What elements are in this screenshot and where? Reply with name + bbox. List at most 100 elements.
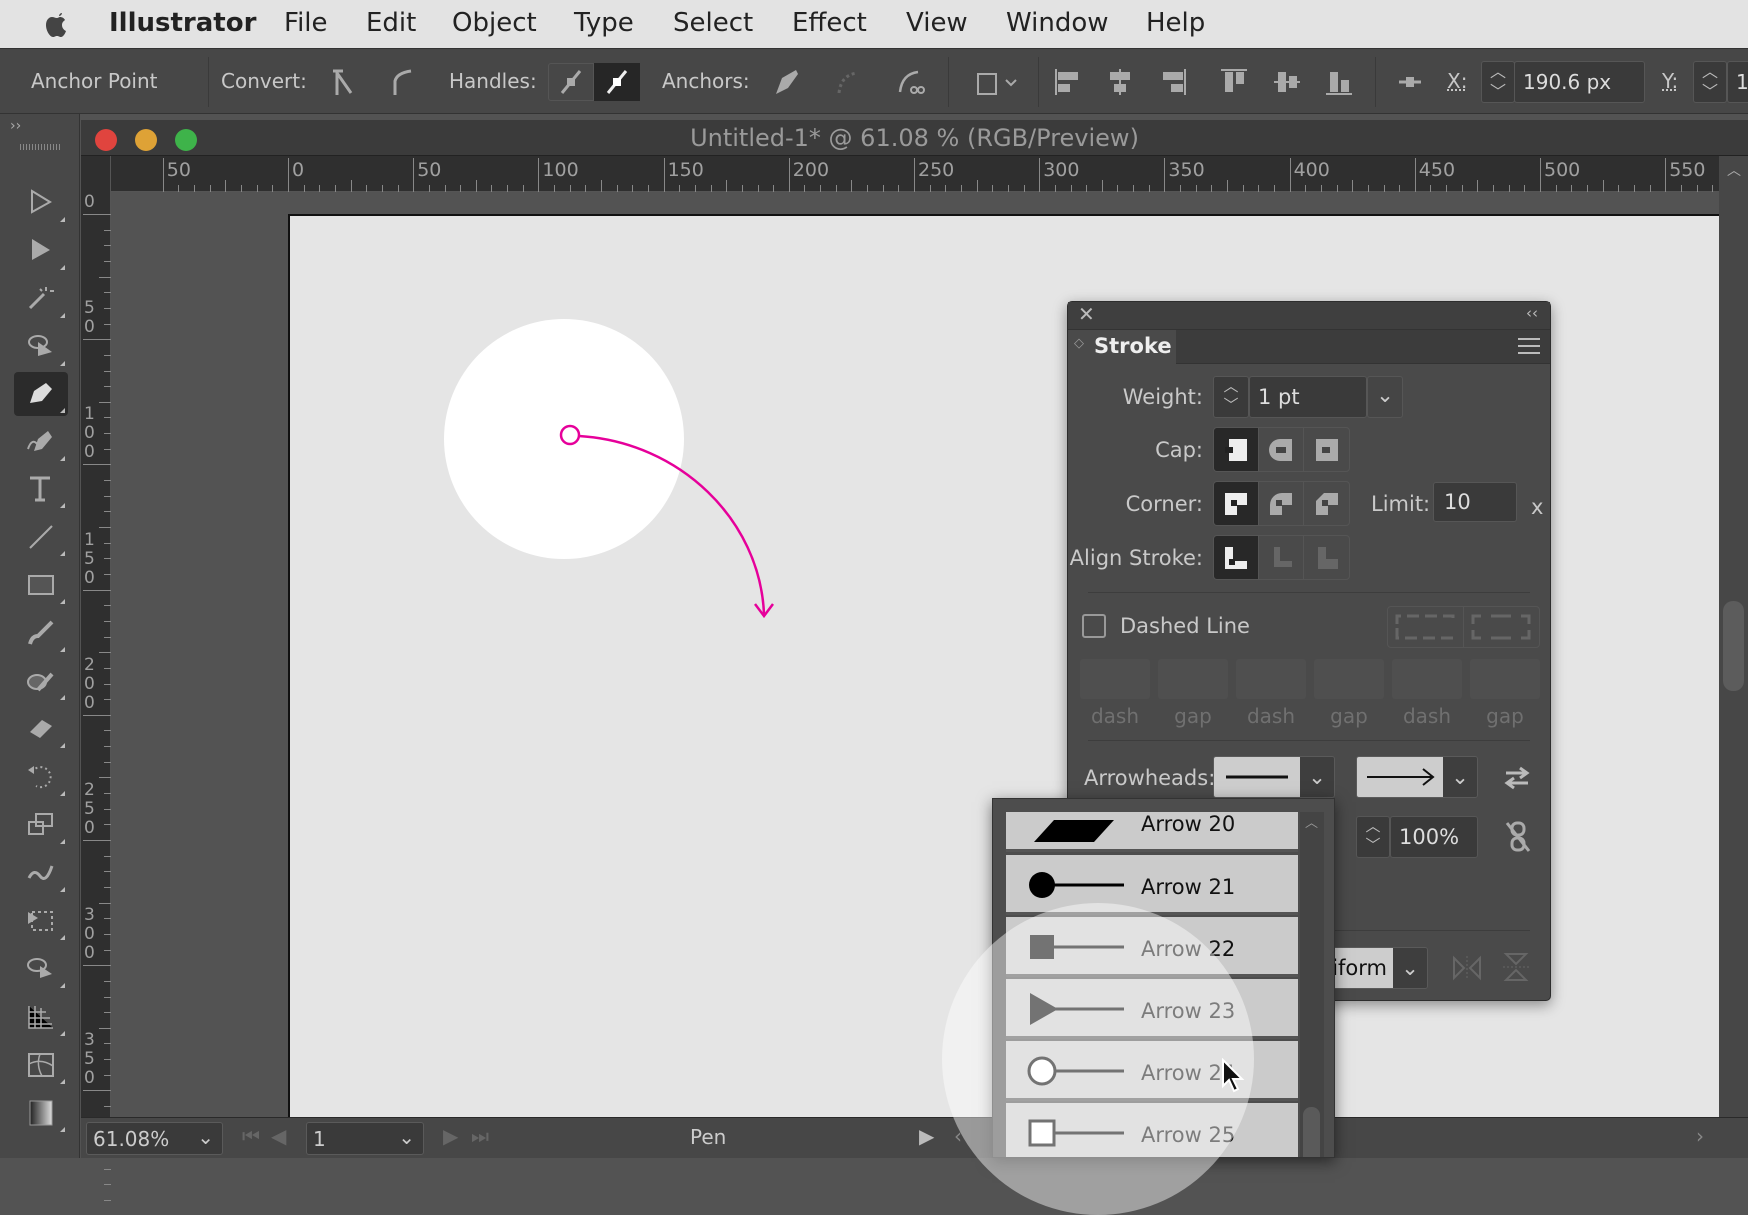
reference-point-icon[interactable] [1390,63,1430,101]
arrowhead-option[interactable]: Arrow 20 [1006,812,1298,852]
tool-line-segment[interactable] [14,515,68,559]
menu-help[interactable]: Help [1146,8,1205,38]
miter-join-button[interactable] [1214,482,1259,525]
expand-icon[interactable]: ›› [10,118,21,134]
dash-input[interactable] [1392,659,1462,699]
menu-effect[interactable]: Effect [792,8,867,38]
limit-input[interactable]: 10 [1433,482,1517,522]
tool-selection[interactable] [14,181,68,225]
artboard-select[interactable]: 1 ⌄ [306,1122,424,1155]
dash-align-corners-button[interactable] [1464,607,1540,647]
arrowhead-option[interactable]: Arrow 21 [1006,855,1298,915]
isolate-mask-icon[interactable] [970,63,1022,101]
arrowhead-option[interactable]: Arrow 23 [1006,979,1298,1039]
butt-cap-button[interactable] [1214,428,1259,471]
projecting-cap-button[interactable] [1304,428,1349,471]
vertical-ruler[interactable]: 0 50 100 150 200 250 300 350 [81,156,111,1201]
tool-paintbrush[interactable] [14,611,68,655]
align-center-stroke-button[interactable] [1214,536,1259,579]
arrowhead-option[interactable]: Arrow 25 [1006,1103,1298,1157]
menu-view[interactable]: View [906,8,968,38]
start-arrowhead-select[interactable]: ⌄ [1213,756,1335,798]
dash-exact-button[interactable] [1388,607,1464,647]
align-top-icon[interactable] [1214,63,1254,101]
current-tool-status[interactable]: Pen [690,1125,726,1149]
dashed-line-checkbox[interactable] [1082,614,1106,638]
x-stepper[interactable]: ︿ ﹀ [1481,61,1515,103]
first-artboard-icon[interactable]: ⏮ [242,1124,260,1148]
tool-type[interactable] [14,467,68,511]
menu-type[interactable]: Type [574,8,634,38]
align-inside-stroke-button[interactable] [1259,536,1304,579]
tool-mesh[interactable] [14,1043,68,1087]
gap-input[interactable] [1158,659,1228,699]
arrow-scale-input[interactable]: 100% [1390,816,1478,858]
tool-rectangle[interactable] [14,563,68,607]
remove-anchor-icon[interactable] [766,63,806,101]
prev-artboard-icon[interactable]: ◀ [271,1124,286,1148]
weight-input[interactable]: 1 pt [1249,376,1367,418]
swap-arrowheads-icon[interactable] [1502,766,1532,795]
convert-smooth-icon[interactable] [382,63,422,101]
tool-lasso[interactable] [14,325,68,369]
collapse-panel-icon[interactable]: ‹‹ [1526,304,1538,322]
gap-input[interactable] [1314,659,1384,699]
tool-rotate[interactable] [14,755,68,799]
arrow-tip-extend-icon[interactable] [1452,954,1482,987]
tool-curvature[interactable] [14,420,68,464]
status-menu-icon[interactable]: ▶ [919,1124,934,1148]
hide-handles-icon[interactable] [594,63,640,101]
zoom-window-button[interactable] [175,129,197,151]
gap-input[interactable] [1470,659,1540,699]
dropdown-scroll-thumb[interactable] [1303,1107,1320,1157]
arrow-scale-stepper[interactable]: ︿ ﹀ [1356,816,1390,858]
align-outside-stroke-button[interactable] [1304,536,1349,579]
end-arrowhead-select[interactable]: ⌄ [1356,756,1478,798]
tool-scale[interactable] [14,803,68,847]
grip-handle[interactable] [20,144,60,150]
tool-pen[interactable] [14,372,68,416]
align-right-icon[interactable] [1153,63,1193,101]
menu-file[interactable]: File [284,8,328,38]
align-left-icon[interactable] [1048,63,1088,101]
arrowhead-option[interactable]: Arrow 24 [1006,1041,1298,1101]
dash-input[interactable] [1080,659,1150,699]
scroll-left-icon[interactable]: ‹ [954,1124,962,1148]
tool-perspective-grid[interactable] [14,995,68,1039]
align-vcenter-icon[interactable] [1267,63,1307,101]
close-window-button[interactable] [95,129,117,151]
cut-path-icon[interactable] [890,63,930,101]
minimize-window-button[interactable] [135,129,157,151]
y-input[interactable]: 1 [1727,61,1748,103]
x-input[interactable]: 190.6 px [1514,61,1645,103]
align-hcenter-icon[interactable] [1100,63,1140,101]
align-bottom-icon[interactable] [1319,63,1359,101]
horizontal-ruler[interactable]: 50 0 50 100 150 200 250 300 350 400 450 500 550 [111,156,1745,192]
panel-menu-icon[interactable] [1518,338,1540,354]
round-join-button[interactable] [1259,482,1304,525]
tool-shape-builder[interactable] [14,947,68,991]
close-panel-icon[interactable]: ✕ [1078,302,1095,326]
weight-stepper[interactable]: ︿ ﹀ [1213,376,1249,418]
arrow-tip-end-icon[interactable] [1501,952,1531,987]
round-cap-button[interactable] [1259,428,1304,471]
tool-eraser[interactable] [14,707,68,751]
menu-app[interactable]: Illustrator [109,8,256,38]
tool-gradient[interactable] [14,1091,68,1135]
dash-input[interactable] [1236,659,1306,699]
menu-object[interactable]: Object [452,8,537,38]
zoom-select[interactable]: 61.08% ⌄ [86,1122,223,1155]
tool-free-transform[interactable] [14,899,68,943]
dropdown-scrollbar[interactable]: ︿ [1300,812,1324,1157]
menu-edit[interactable]: Edit [366,8,416,38]
scroll-up-icon[interactable]: ︿ [1305,812,1318,831]
tab-stroke[interactable]: ◇ Stroke [1068,330,1176,365]
tool-warp[interactable] [14,851,68,895]
next-artboard-icon[interactable]: ▶ [443,1124,458,1148]
menu-select[interactable]: Select [673,8,753,38]
scroll-thumb[interactable] [1723,601,1744,691]
tool-magic-wand[interactable] [14,277,68,321]
panel-header[interactable]: ✕ ‹‹ [1068,302,1550,330]
tool-shaper[interactable] [14,659,68,703]
menu-window[interactable]: Window [1006,8,1109,38]
